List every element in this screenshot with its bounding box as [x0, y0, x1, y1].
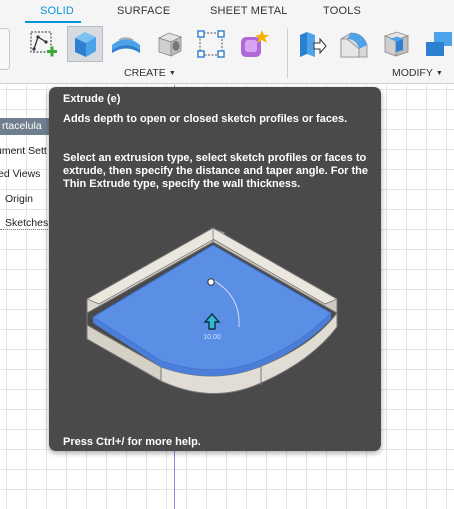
- browser-item-named-views[interactable]: ed Views: [0, 168, 40, 184]
- create-form-icon: [241, 30, 269, 57]
- application-menu-fragment[interactable]: [0, 28, 10, 70]
- revolve-icon: [112, 37, 140, 53]
- create-sketch-icon: [30, 31, 57, 57]
- shell-icon: [383, 31, 410, 57]
- ribbon-toolbar: SOLID SURFACE SHEET METAL TOOLS CREATE ▼…: [0, 0, 454, 84]
- extrude-button[interactable]: [67, 26, 103, 62]
- combine-icon: [426, 32, 452, 56]
- dimension-value: 10.00: [203, 334, 221, 341]
- combine-button[interactable]: [420, 26, 454, 62]
- modify-menu[interactable]: MODIFY ▼: [392, 67, 443, 79]
- shell-button[interactable]: [378, 26, 414, 62]
- extrude-icon: [75, 32, 96, 57]
- browser-root-component[interactable]: rtacelula: [0, 118, 52, 135]
- modify-menu-label: MODIFY: [392, 67, 433, 79]
- tab-tools[interactable]: TOOLS: [323, 5, 361, 17]
- workspace-tabs: SOLID SURFACE SHEET METAL TOOLS: [0, 0, 454, 23]
- press-pull-button[interactable]: [293, 26, 329, 62]
- active-tab-indicator: [25, 21, 81, 23]
- tab-sheet-metal[interactable]: SHEET METAL: [210, 5, 288, 17]
- hole-icon: [157, 32, 183, 57]
- manipulator-handle: [207, 278, 215, 286]
- tooltip-help-hint: Press Ctrl+/ for more help.: [63, 436, 201, 448]
- tooltip-title: Extrude (e): [63, 93, 121, 105]
- create-sketch-button[interactable]: [25, 26, 61, 62]
- browser-item-origin[interactable]: Origin: [5, 193, 33, 209]
- chevron-down-icon: ▼: [435, 70, 443, 77]
- group-divider: [287, 28, 288, 78]
- hole-button[interactable]: [152, 26, 188, 62]
- chevron-down-icon: ▼: [168, 70, 176, 77]
- create-form-button[interactable]: [235, 26, 271, 62]
- tab-surface[interactable]: SURFACE: [117, 5, 170, 17]
- browser-item-sketches[interactable]: Sketches: [5, 217, 48, 233]
- create-menu[interactable]: CREATE ▼: [124, 67, 176, 79]
- pattern-icon: [197, 30, 225, 58]
- fillet-icon: [340, 32, 368, 58]
- pattern-button[interactable]: [193, 26, 229, 62]
- extrude-tooltip: Extrude (e) Adds depth to open or closed…: [49, 87, 381, 451]
- create-menu-label: CREATE: [124, 67, 166, 79]
- revolve-button[interactable]: [108, 26, 144, 62]
- tooltip-details: Select an extrusion type, select sketch …: [63, 152, 369, 190]
- extrude-illustration: 10.00: [86, 227, 338, 394]
- tooltip-summary: Adds depth to open or closed sketch prof…: [63, 113, 348, 125]
- press-pull-icon: [300, 32, 327, 57]
- fillet-button[interactable]: [336, 26, 372, 62]
- tab-solid[interactable]: SOLID: [40, 5, 74, 17]
- browser-item-document-settings[interactable]: ument Sett: [0, 145, 47, 161]
